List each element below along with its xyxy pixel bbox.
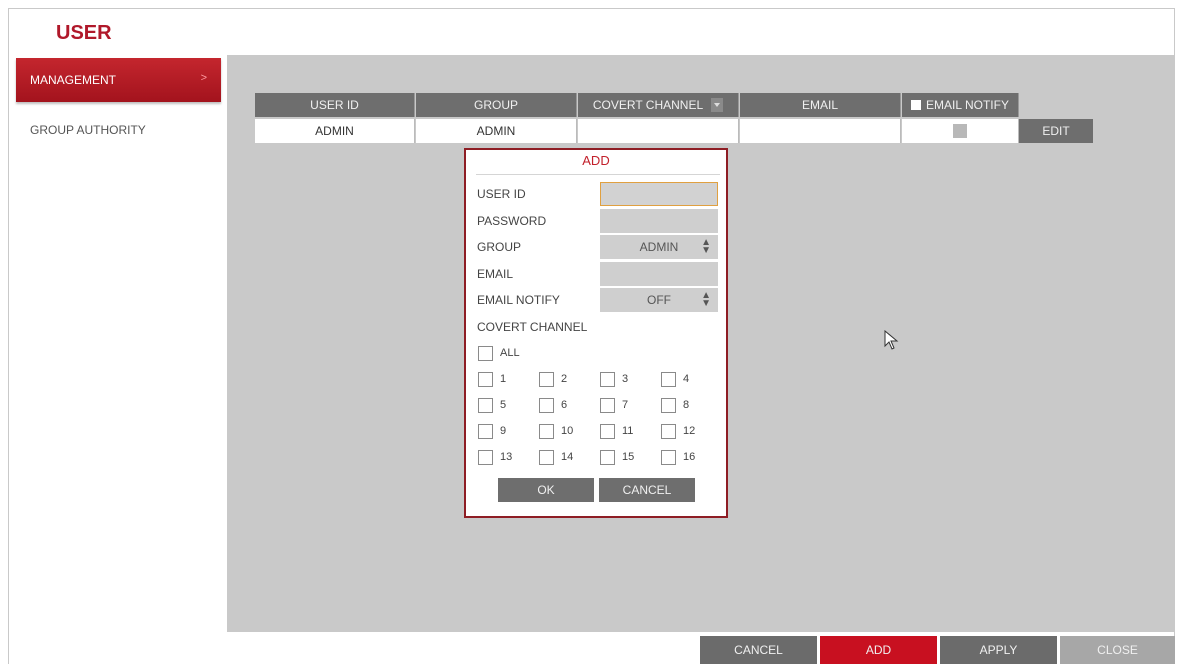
checkbox-channel-label: 1: [500, 373, 507, 385]
email-label: EMAIL: [477, 267, 514, 281]
checkbox-channel-1[interactable]: [478, 372, 493, 387]
checkbox-channel-2[interactable]: [539, 372, 554, 387]
checkbox-channel-label: 8: [683, 399, 690, 411]
apply-button[interactable]: APPLY: [940, 636, 1057, 664]
cancel-button[interactable]: CANCEL: [700, 636, 817, 664]
checkbox-channel-label: 12: [683, 425, 696, 437]
checkbox-all[interactable]: [478, 346, 493, 361]
checkbox-channel-label: 13: [500, 451, 513, 463]
user-id-input[interactable]: [600, 182, 718, 206]
email-input[interactable]: [600, 262, 718, 286]
checkbox-channel-7[interactable]: [600, 398, 615, 413]
checkbox-channel-label: 3: [622, 373, 629, 385]
sidebar-item-label: MANAGEMENT: [30, 73, 117, 87]
column-header-group[interactable]: GROUP: [416, 93, 577, 117]
checkbox-channel-5[interactable]: [478, 398, 493, 413]
table-cell-email-notify[interactable]: [902, 119, 1019, 143]
checkbox-channel-label: 11: [622, 425, 634, 437]
column-header-covert-channel[interactable]: COVERT CHANNEL: [578, 93, 739, 117]
table-cell-user-id[interactable]: ADMIN: [255, 119, 415, 143]
divider: [476, 174, 720, 175]
checkbox-all-label: ALL: [500, 347, 520, 359]
up-down-arrow-icon: ▲ ▼: [701, 290, 711, 309]
chevron-right-icon: >: [200, 72, 207, 84]
sidebar-item-group-authority[interactable]: GROUP AUTHORITY: [16, 108, 221, 152]
group-select[interactable]: ADMIN ▲ ▼: [600, 235, 718, 259]
checkbox-channel-16[interactable]: [661, 450, 676, 465]
covert-channel-label: COVERT CHANNEL: [477, 320, 588, 334]
checkbox-icon[interactable]: [911, 100, 922, 110]
checkbox-channel-9[interactable]: [478, 424, 493, 439]
mouse-cursor-icon: [884, 330, 899, 350]
checkbox-channel-8[interactable]: [661, 398, 676, 413]
checkbox-channel-10[interactable]: [539, 424, 554, 439]
checkbox-channel-label: 5: [500, 399, 507, 411]
checkbox-channel-label: 9: [500, 425, 507, 437]
checkbox-channel-label: 6: [561, 399, 568, 411]
close-button[interactable]: CLOSE: [1060, 636, 1175, 664]
checkbox-channel-label: 15: [622, 451, 635, 463]
sidebar-item-label: GROUP AUTHORITY: [30, 123, 146, 137]
page-title: USER: [56, 22, 112, 44]
table-cell-email[interactable]: [740, 119, 901, 143]
dialog-cancel-button[interactable]: CANCEL: [599, 478, 695, 502]
password-label: PASSWORD: [477, 214, 547, 228]
dropdown-icon[interactable]: [711, 98, 724, 112]
sidebar-item-management[interactable]: MANAGEMENT >: [16, 58, 221, 102]
email-notify-select[interactable]: OFF ▲ ▼: [600, 288, 718, 312]
ok-button[interactable]: OK: [498, 478, 594, 502]
checkbox-channel-4[interactable]: [661, 372, 676, 387]
edit-button[interactable]: EDIT: [1019, 119, 1093, 143]
checkbox-channel-14[interactable]: [539, 450, 554, 465]
email-notify-label: EMAIL NOTIFY: [477, 293, 560, 307]
checkbox-channel-label: 2: [561, 373, 568, 385]
group-label: GROUP: [477, 240, 522, 254]
checkbox-channel-3[interactable]: [600, 372, 615, 387]
dialog-title: ADD: [582, 153, 610, 168]
password-input[interactable]: [600, 209, 718, 233]
checkbox-channel-15[interactable]: [600, 450, 615, 465]
checkbox-channel-6[interactable]: [539, 398, 554, 413]
checkbox-channel-label: 14: [561, 451, 574, 463]
column-header-email-notify[interactable]: EMAIL NOTIFY: [902, 93, 1019, 117]
checkbox-channel-11[interactable]: [600, 424, 615, 439]
checkbox-channel-label: 16: [683, 451, 696, 463]
table-cell-group[interactable]: ADMIN: [416, 119, 577, 143]
checkbox-channel-label: 4: [683, 373, 690, 385]
checkbox-channel-label: 7: [622, 399, 629, 411]
column-header-email[interactable]: EMAIL: [740, 93, 901, 117]
user-id-label: USER ID: [477, 187, 526, 201]
checkbox-channel-12[interactable]: [661, 424, 676, 439]
table-cell-covert-channel[interactable]: [578, 119, 739, 143]
checkbox-channel-label: 10: [561, 425, 574, 437]
column-header-user-id[interactable]: USER ID: [255, 93, 415, 117]
up-down-arrow-icon: ▲ ▼: [701, 237, 711, 256]
add-user-dialog: ADD USER ID PASSWORD GROUP ADMIN ▲ ▼ EMAI…: [464, 148, 728, 518]
add-button[interactable]: ADD: [820, 636, 937, 664]
checkbox-channel-13[interactable]: [478, 450, 493, 465]
email-notify-checkbox[interactable]: [953, 124, 967, 138]
